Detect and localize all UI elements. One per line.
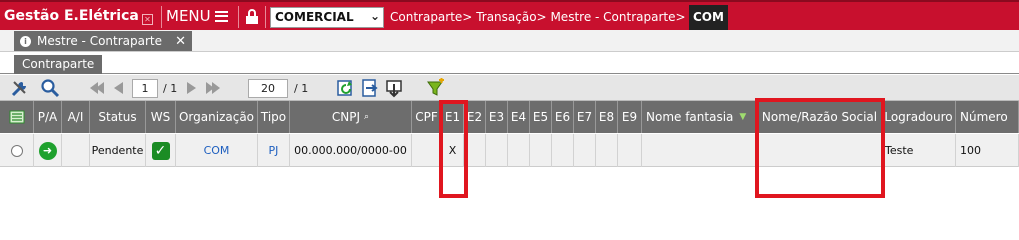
e3-cell: [486, 134, 508, 167]
e6-cell: [552, 134, 574, 167]
logradouro-cell: Teste: [882, 134, 956, 167]
column-header-e7[interactable]: E7: [574, 101, 596, 133]
e9-cell: [618, 134, 642, 167]
column-header-organizacao[interactable]: Organização: [176, 101, 258, 133]
next-page-icon[interactable]: [187, 82, 196, 94]
go-arrow-icon[interactable]: ➜: [38, 141, 57, 160]
menu-button[interactable]: MENU: [166, 7, 228, 25]
export-icon[interactable]: [360, 78, 380, 98]
column-header-ws[interactable]: WS: [146, 101, 176, 133]
breadcrumb-current: COM: [689, 5, 728, 31]
column-header-nome-fantasia[interactable]: Nome fantasia ▼: [642, 101, 758, 133]
column-header-select[interactable]: [0, 101, 34, 133]
highlight-box-razao-social: [755, 98, 885, 198]
organizacao-cell[interactable]: COM: [176, 134, 258, 167]
nome-fantasia-cell: [642, 134, 758, 167]
menu-label: MENU: [166, 7, 211, 25]
pa-cell: ➜: [34, 134, 62, 167]
tab-label: Mestre - Contraparte: [37, 34, 163, 48]
column-header-cnpj[interactable]: CNPJ ⌕: [290, 101, 412, 133]
top-bar: Gestão E.Elétrica ✕ MENU COMERCIAL ⌄ Con…: [0, 0, 1019, 31]
e8-cell: [596, 134, 618, 167]
e5-cell: [530, 134, 552, 167]
column-header-tipo[interactable]: Tipo: [258, 101, 290, 133]
chevron-down-icon: ⌄: [369, 9, 380, 23]
column-header-e6[interactable]: E6: [552, 101, 574, 133]
info-icon: i: [20, 35, 31, 47]
sort-search-icon[interactable]: ⌕: [364, 112, 369, 122]
divider: [161, 6, 162, 28]
column-header-e4[interactable]: E4: [508, 101, 530, 133]
tools-icon[interactable]: [10, 78, 30, 98]
subtab-contraparte[interactable]: Contraparte: [14, 55, 102, 74]
column-header-pa[interactable]: P/A: [34, 101, 62, 133]
first-page-icon[interactable]: [96, 82, 104, 94]
cnpj-cell: 00.000.000/0000-00: [290, 134, 412, 167]
column-header-cpf[interactable]: CPF: [412, 101, 442, 133]
column-header-e3[interactable]: E3: [486, 101, 508, 133]
previous-page-icon[interactable]: [114, 82, 123, 94]
company-select-value: COMERCIAL: [275, 10, 354, 24]
tipo-cell[interactable]: PJ: [258, 134, 290, 167]
page-total: / 1: [163, 82, 178, 95]
app-title[interactable]: Gestão E.Elétrica: [4, 8, 139, 24]
divider: [238, 6, 239, 28]
ws-cell: ✓: [146, 134, 176, 167]
status-cell: Pendente: [90, 134, 146, 167]
column-header-e5[interactable]: E5: [530, 101, 552, 133]
column-header-label: CNPJ: [331, 110, 361, 124]
column-header-e9[interactable]: E9: [618, 101, 642, 133]
ai-cell: [62, 134, 90, 167]
checkmark-icon: ✓: [151, 141, 170, 160]
hamburger-icon: [214, 10, 228, 22]
lock-icon[interactable]: [245, 9, 259, 25]
breadcrumb: Contraparte> Transação> Mestre - Contrap…: [390, 10, 686, 24]
row-select-cell: [0, 134, 34, 167]
filter-add-icon[interactable]: [426, 78, 446, 98]
column-header-logradouro[interactable]: Logradouro: [882, 101, 956, 133]
page-number-input[interactable]: 1: [132, 79, 158, 98]
subtab-bar: Contraparte: [0, 52, 1019, 74]
cpf-cell: [412, 134, 442, 167]
row-select-radio[interactable]: [10, 144, 23, 157]
breadcrumb-item[interactable]: Contraparte>: [390, 10, 472, 24]
highlight-box-e1: [439, 100, 468, 198]
e4-cell: [508, 134, 530, 167]
column-header-e8[interactable]: E8: [596, 101, 618, 133]
search-icon[interactable]: [40, 78, 60, 98]
filter-icon[interactable]: ▼: [739, 112, 746, 122]
column-header-status[interactable]: Status: [90, 101, 146, 133]
tab-strip: i Mestre - Contraparte ✕: [0, 30, 1019, 52]
app-title-close-icon[interactable]: ✕: [142, 14, 153, 25]
tab-mestre-contraparte[interactable]: i Mestre - Contraparte ✕: [14, 31, 192, 51]
list-icon: [9, 110, 24, 124]
refresh-icon[interactable]: [336, 78, 356, 98]
page-size-input[interactable]: 20: [248, 79, 288, 98]
close-tab-icon[interactable]: ✕: [175, 34, 186, 49]
company-select[interactable]: COMERCIAL ⌄: [270, 7, 384, 28]
divider: [265, 6, 266, 28]
column-header-ai[interactable]: A/I: [62, 101, 90, 133]
breadcrumb-item[interactable]: Mestre - Contraparte>: [550, 10, 685, 24]
download-icon[interactable]: [384, 78, 404, 98]
page-size-total: / 1: [294, 82, 309, 95]
e7-cell: [574, 134, 596, 167]
breadcrumb-item[interactable]: Transação>: [476, 10, 546, 24]
column-header-label: Nome fantasia: [646, 110, 734, 124]
last-page-icon[interactable]: [212, 82, 220, 94]
column-header-numero[interactable]: Número: [956, 101, 1019, 133]
numero-cell: 100: [956, 134, 1019, 167]
